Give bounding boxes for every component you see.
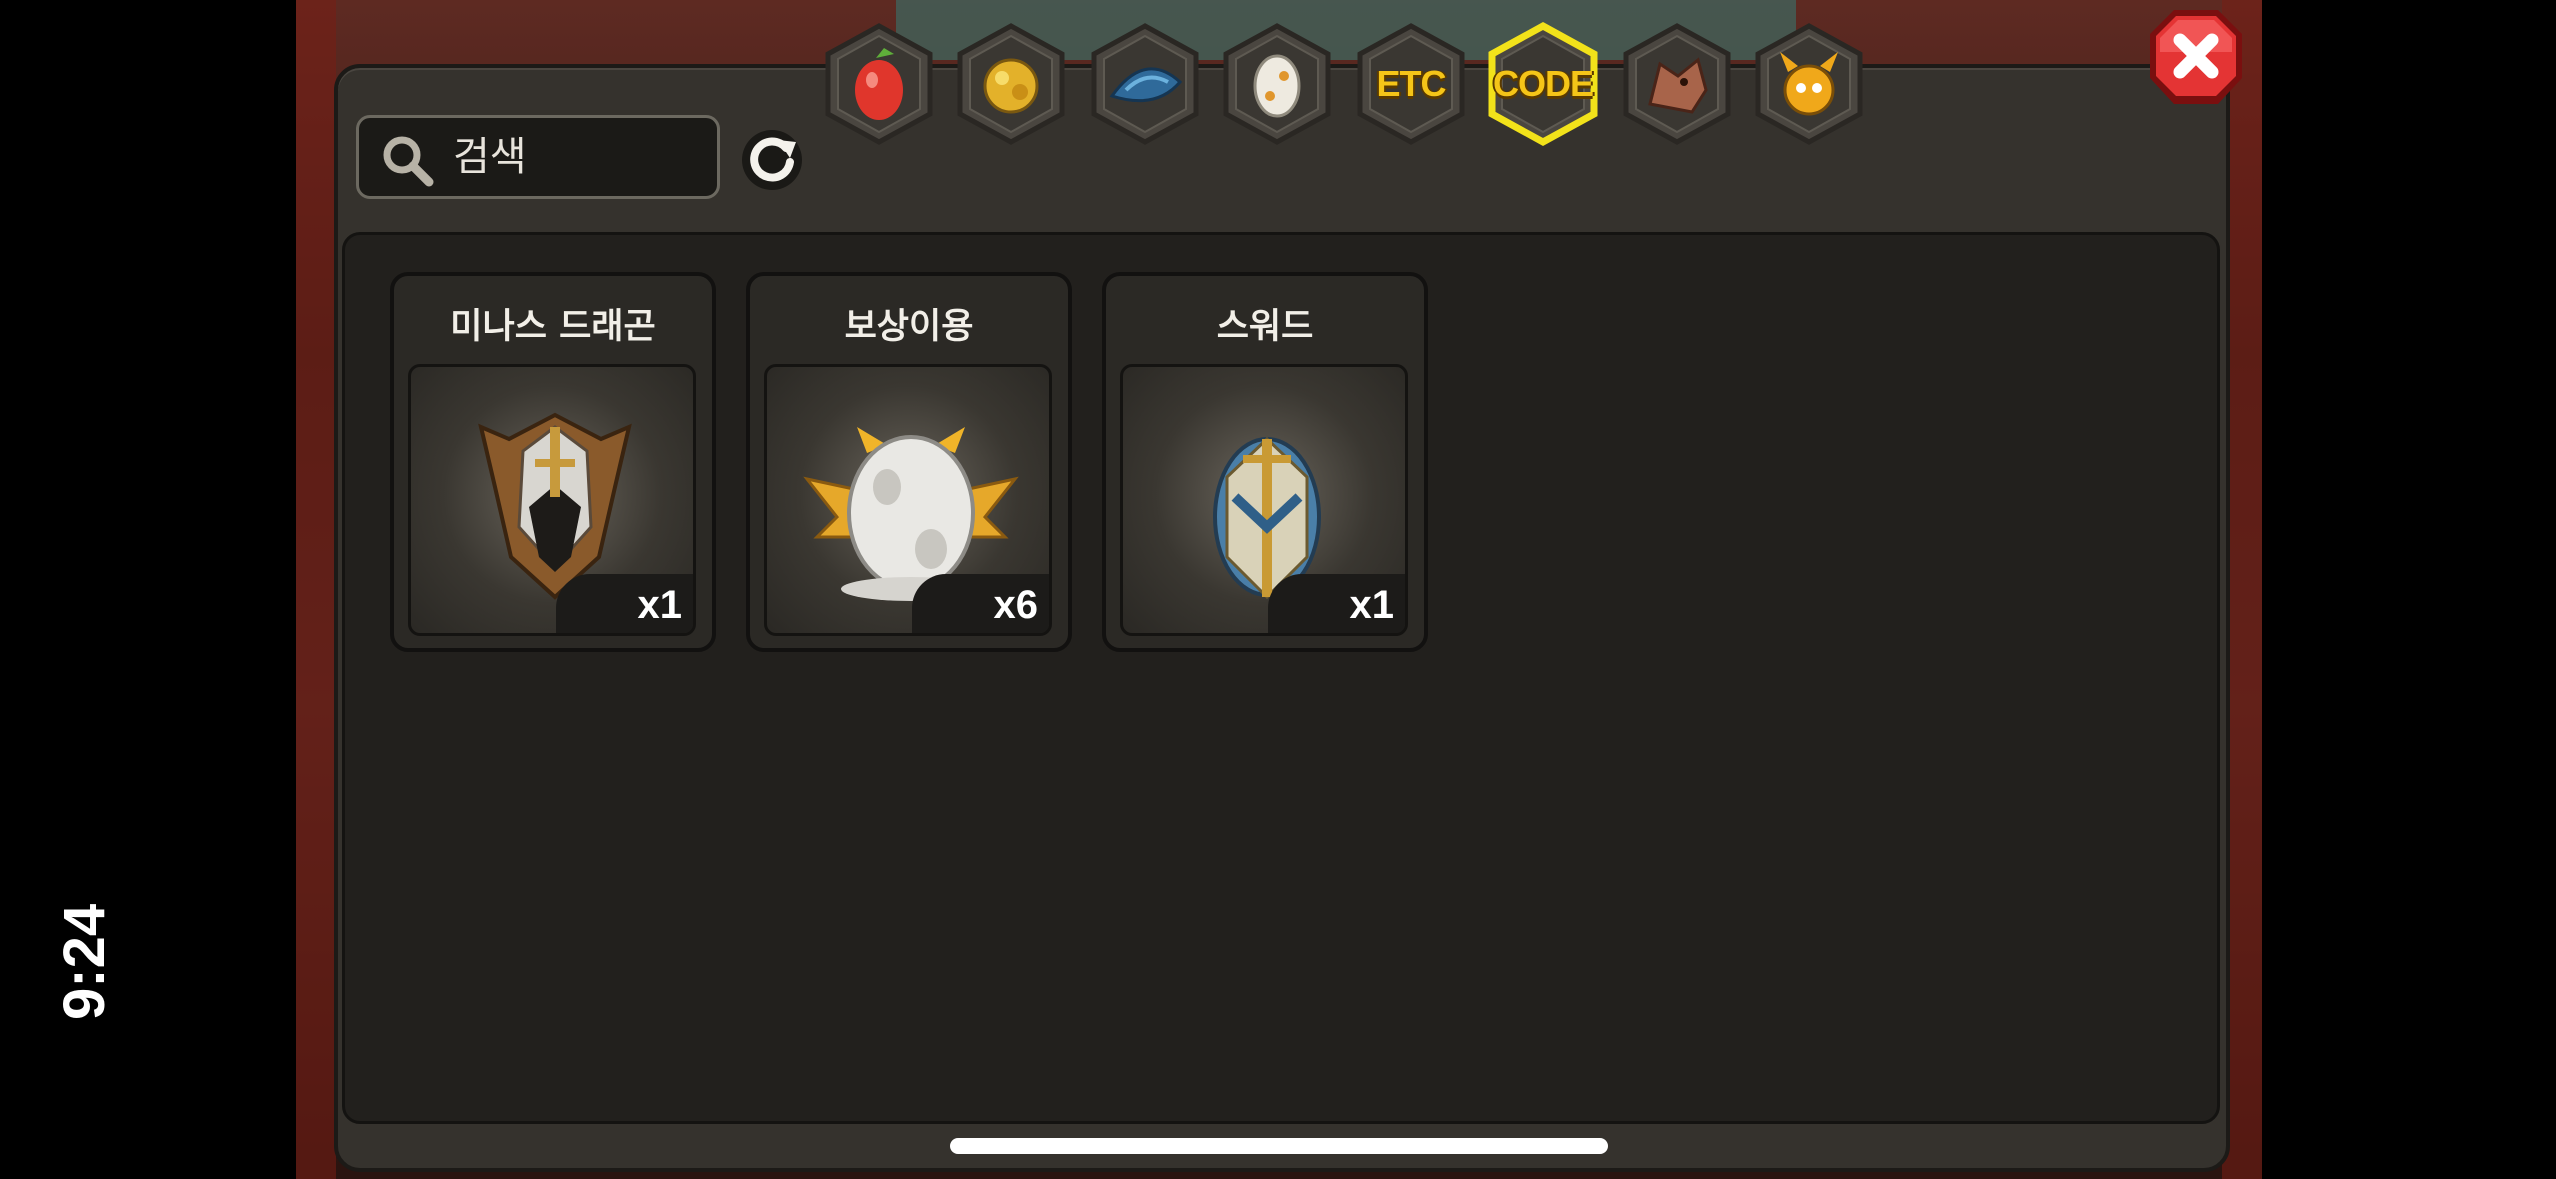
egg-icon xyxy=(1253,54,1301,118)
background-pillar xyxy=(296,0,336,1179)
tab-mascot[interactable] xyxy=(1750,20,1868,148)
item-quantity: x6 xyxy=(912,574,1049,633)
item-title: 미나스 드래곤 xyxy=(450,307,656,347)
tab-dragon[interactable] xyxy=(1618,20,1736,148)
gold-ore-icon xyxy=(983,58,1039,114)
tab-label: CODE xyxy=(1492,63,1594,104)
search-icon xyxy=(383,136,434,187)
item-image: x1 xyxy=(408,364,696,636)
item-image: x1 xyxy=(1120,364,1408,636)
tab-scale[interactable] xyxy=(1086,20,1204,148)
tab-fruit[interactable] xyxy=(820,20,938,148)
tab-gold[interactable] xyxy=(952,20,1070,148)
refresh-button[interactable] xyxy=(738,126,806,194)
search-input[interactable]: 검색 xyxy=(356,115,720,199)
home-indicator[interactable] xyxy=(950,1138,1608,1154)
item-card[interactable]: 보상이용 x6 xyxy=(746,272,1072,652)
item-image: x6 xyxy=(764,364,1052,636)
status-time: 9:24 xyxy=(52,903,117,1020)
tab-label: ETC xyxy=(1376,63,1447,104)
item-card[interactable]: 스워드 x1 xyxy=(1102,272,1428,652)
item-quantity: x1 xyxy=(556,574,693,633)
item-card[interactable]: 미나스 드래곤 x1 xyxy=(390,272,716,652)
tab-etc[interactable]: ETC xyxy=(1352,20,1470,148)
tab-code[interactable]: CODE xyxy=(1484,20,1602,148)
refresh-icon xyxy=(742,130,802,190)
search-placeholder: 검색 xyxy=(453,134,527,180)
tab-egg[interactable] xyxy=(1218,20,1336,148)
item-title: 보상이용 xyxy=(844,307,974,347)
close-icon xyxy=(2150,10,2242,104)
item-title: 스워드 xyxy=(1216,307,1314,347)
item-quantity: x1 xyxy=(1268,574,1405,633)
close-button[interactable] xyxy=(2146,6,2246,110)
